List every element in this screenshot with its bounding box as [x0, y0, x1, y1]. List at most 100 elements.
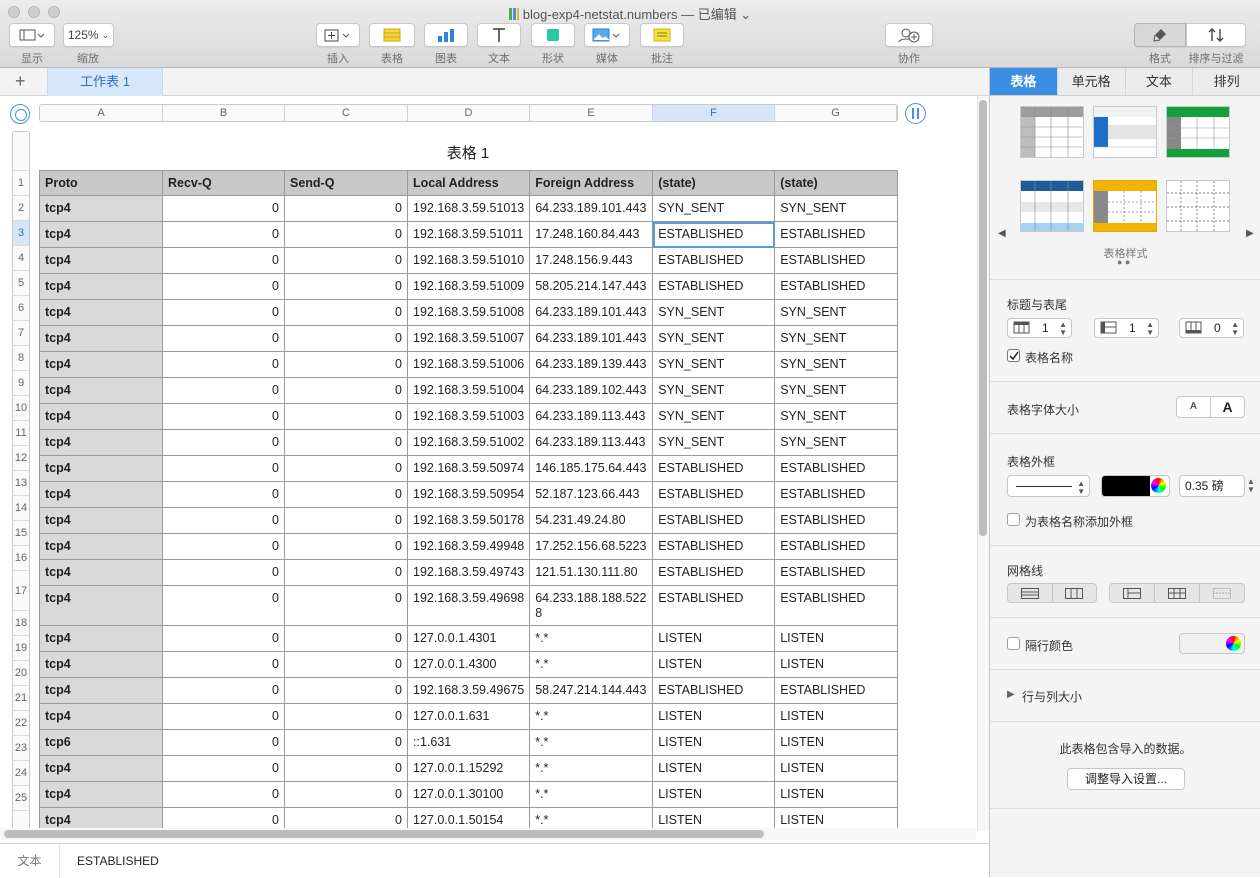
- table-cell[interactable]: 0: [162, 325, 285, 352]
- vertical-scroll-thumb[interactable]: [979, 100, 987, 536]
- table-cell[interactable]: SYN_SENT: [652, 299, 776, 326]
- table-cell[interactable]: *.*: [529, 625, 654, 652]
- table-style-1[interactable]: [1020, 106, 1084, 158]
- color-wheel-icon[interactable]: [1151, 478, 1166, 493]
- table-cell[interactable]: 0: [284, 221, 408, 248]
- table-cell[interactable]: SYN_SENT: [652, 377, 776, 404]
- tab-text[interactable]: 文本: [1126, 68, 1194, 95]
- row-header[interactable]: 21: [13, 685, 29, 710]
- table-cell[interactable]: 0: [284, 247, 408, 274]
- table-cell[interactable]: LISTEN: [774, 729, 899, 756]
- table-style-3[interactable]: [1166, 106, 1230, 158]
- table-cell[interactable]: 0: [284, 403, 408, 430]
- table-cell[interactable]: 0: [284, 559, 408, 586]
- table-cell[interactable]: 0: [162, 455, 285, 482]
- table-cell[interactable]: 52.187.123.66.443: [529, 481, 654, 508]
- chevron-left-icon[interactable]: ◀: [998, 228, 1006, 239]
- table-cell[interactable]: 192.168.3.59.51008: [406, 299, 531, 326]
- sort-filter-button[interactable]: [1186, 23, 1246, 47]
- footer-rows-stepper[interactable]: 0 ▲ ▼: [1179, 318, 1244, 338]
- table-cell[interactable]: 64.233.189.102.443: [529, 377, 654, 404]
- row-header[interactable]: 18: [13, 610, 29, 635]
- column-title[interactable]: Recv-Q: [162, 170, 285, 196]
- header-gridlines-button[interactable]: [1110, 584, 1155, 602]
- body-gridlines-button[interactable]: [1155, 584, 1200, 602]
- table-cell[interactable]: 0: [162, 377, 285, 404]
- header-rows-stepper[interactable]: 1 ▲ ▼: [1007, 318, 1072, 338]
- table-cell[interactable]: LISTEN: [652, 781, 776, 808]
- table-cell[interactable]: LISTEN: [652, 729, 776, 756]
- row-header[interactable]: 13: [13, 470, 29, 495]
- table-cell[interactable]: SYN_SENT: [652, 325, 776, 352]
- row-header[interactable]: 25: [13, 785, 29, 810]
- table-cell[interactable]: LISTEN: [774, 703, 899, 730]
- chevron-right-icon[interactable]: ▶: [1246, 228, 1254, 239]
- collaborate-button[interactable]: [885, 23, 933, 47]
- row-label-cell[interactable]: tcp4: [39, 559, 163, 586]
- table-cell[interactable]: 192.168.3.59.49743: [406, 559, 531, 586]
- table-cell[interactable]: 0: [284, 195, 408, 222]
- table-cell[interactable]: LISTEN: [652, 755, 776, 782]
- column-title[interactable]: Local Address: [406, 170, 531, 196]
- row-label-cell[interactable]: tcp4: [39, 755, 163, 782]
- row-header[interactable]: 1: [13, 170, 29, 195]
- disclosure-triangle-icon[interactable]: ▶: [1007, 689, 1015, 700]
- row-label-cell[interactable]: tcp4: [39, 325, 163, 352]
- increase-font-button[interactable]: A: [1211, 397, 1244, 417]
- text-button[interactable]: [477, 23, 521, 47]
- table-cell[interactable]: 0: [284, 377, 408, 404]
- column-header-g[interactable]: G: [775, 105, 897, 121]
- row-label-cell[interactable]: tcp6: [39, 729, 163, 756]
- row-label-cell[interactable]: tcp4: [39, 781, 163, 808]
- row-header[interactable]: 17: [13, 570, 29, 610]
- column-header-a[interactable]: A: [40, 105, 163, 121]
- table-cell[interactable]: 17.248.160.84.443: [529, 221, 654, 248]
- adjust-import-button[interactable]: 调整导入设置...: [1067, 768, 1185, 790]
- color-wheel-icon[interactable]: [1226, 636, 1241, 651]
- table-cell[interactable]: 192.168.3.59.51010: [406, 247, 531, 274]
- row-header[interactable]: 19: [13, 635, 29, 660]
- format-button[interactable]: [1134, 23, 1186, 47]
- row-label-cell[interactable]: tcp4: [39, 273, 163, 300]
- column-title[interactable]: Foreign Address: [529, 170, 654, 196]
- outline-width-field[interactable]: 0.35 磅: [1179, 475, 1245, 497]
- table-cell[interactable]: 127.0.0.1.4301: [406, 625, 531, 652]
- row-label-cell[interactable]: tcp4: [39, 351, 163, 378]
- row-header[interactable]: 15: [13, 520, 29, 545]
- table-cell[interactable]: ESTABLISHED: [774, 559, 899, 586]
- alternating-color-well[interactable]: [1179, 633, 1245, 654]
- table-cell[interactable]: 0: [162, 585, 285, 626]
- table-cell[interactable]: 0: [284, 533, 408, 560]
- column-header-e[interactable]: E: [530, 105, 653, 121]
- header-cols-stepper[interactable]: 1 ▲ ▼: [1094, 318, 1159, 338]
- row-header[interactable]: 24: [13, 760, 29, 785]
- table-cell[interactable]: *.*: [529, 781, 654, 808]
- row-label-cell[interactable]: tcp4: [39, 455, 163, 482]
- row-label-cell[interactable]: tcp4: [39, 651, 163, 678]
- table-cell[interactable]: 0: [284, 455, 408, 482]
- table-style-2[interactable]: [1093, 106, 1157, 158]
- view-button[interactable]: [9, 23, 55, 47]
- row-header[interactable]: 10: [13, 395, 29, 420]
- table-cell[interactable]: 0: [284, 729, 408, 756]
- column-title[interactable]: Proto: [39, 170, 163, 196]
- table-cell[interactable]: ESTABLISHED: [652, 247, 776, 274]
- row-label-cell[interactable]: tcp4: [39, 481, 163, 508]
- cell-value[interactable]: ESTABLISHED: [77, 844, 159, 878]
- table-cell[interactable]: 0: [162, 729, 285, 756]
- table-cell[interactable]: ESTABLISHED: [774, 677, 899, 704]
- table-cell[interactable]: 17.252.156.68.5223: [529, 533, 654, 560]
- table-cell[interactable]: ESTABLISHED: [774, 507, 899, 534]
- table-cell[interactable]: 192.168.3.59.51013: [406, 195, 531, 222]
- row-header[interactable]: 14: [13, 495, 29, 520]
- table-cell[interactable]: 0: [284, 585, 408, 626]
- column-header-b[interactable]: B: [163, 105, 285, 121]
- row-header[interactable]: 6: [13, 295, 29, 320]
- table-cell[interactable]: LISTEN: [774, 755, 899, 782]
- table-cell[interactable]: 64.233.189.113.443: [529, 403, 654, 430]
- table-cell[interactable]: LISTEN: [652, 625, 776, 652]
- table-cell[interactable]: 0: [162, 755, 285, 782]
- footer-gridlines-button[interactable]: [1200, 584, 1244, 602]
- table-cell[interactable]: 0: [162, 351, 285, 378]
- table-cell[interactable]: 0: [284, 325, 408, 352]
